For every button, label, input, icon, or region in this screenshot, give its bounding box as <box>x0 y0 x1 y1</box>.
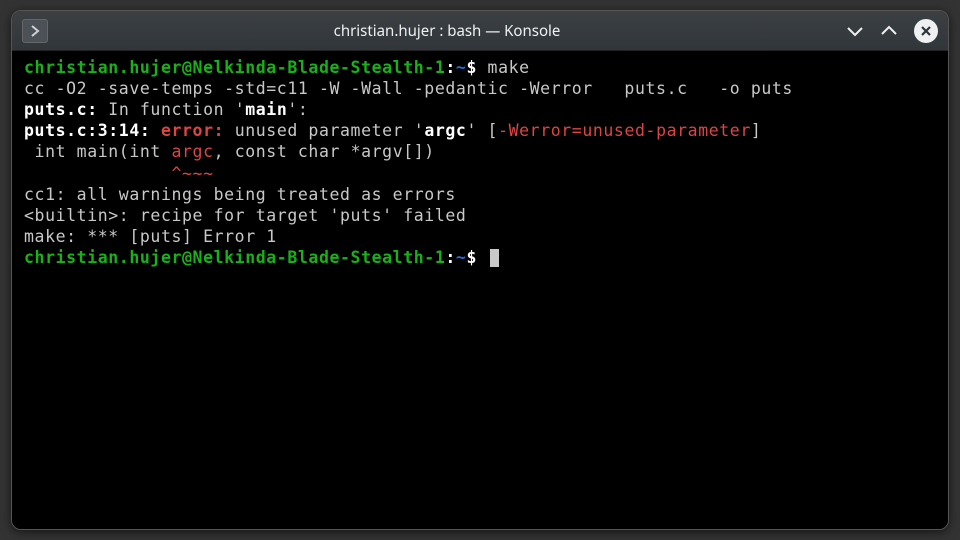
line-infunc-main: main <box>245 100 287 119</box>
line-src-argc: argc <box>171 142 213 161</box>
maximize-icon[interactable] <box>880 25 898 37</box>
line-err-msg1: unused parameter ' <box>224 121 424 140</box>
close-button[interactable] <box>914 19 938 43</box>
line-err-flag: -Werror=unused-parameter <box>498 121 751 140</box>
window-title: christian.hujer : bash — Konsole <box>58 21 836 41</box>
cmd-make: make <box>488 58 530 77</box>
prompt2-colon: : <box>445 248 456 267</box>
konsole-window: christian.hujer : bash — Konsole christi… <box>11 10 949 530</box>
line-err-loc: puts.c:3:14: <box>24 121 161 140</box>
line-src-pre: int main(int <box>24 142 171 161</box>
line-infunc-file: puts.c: <box>24 100 98 119</box>
prompt2-dollar: $ <box>466 248 487 267</box>
line-err-msg2: ' [ <box>466 121 498 140</box>
prompt2-userhost: christian.hujer@Nelkinda-Blade-Stealth-1 <box>24 248 445 267</box>
line-cc: cc -O2 -save-temps -std=c11 -W -Wall -pe… <box>24 79 793 98</box>
line-make-err: make: *** [puts] Error 1 <box>24 227 277 246</box>
prompt-path: ~ <box>456 58 467 77</box>
titlebar[interactable]: christian.hujer : bash — Konsole <box>12 11 948 51</box>
new-tab-button[interactable] <box>22 19 48 43</box>
terminal-output[interactable]: christian.hujer@Nelkinda-Blade-Stealth-1… <box>12 51 948 529</box>
line-caret-pad <box>24 164 171 183</box>
prompt-userhost: christian.hujer@Nelkinda-Blade-Stealth-1 <box>24 58 445 77</box>
line-infunc-end: ': <box>287 100 308 119</box>
line-caret: ^~~~ <box>171 164 213 183</box>
line-err-argc: argc <box>424 121 466 140</box>
prompt-colon: : <box>445 58 456 77</box>
minimize-icon[interactable] <box>846 25 864 37</box>
close-icon <box>920 25 932 37</box>
line-cc1: cc1: all warnings being treated as error… <box>24 185 456 204</box>
prompt-dollar: $ <box>466 58 487 77</box>
line-err-kw: error: <box>161 121 224 140</box>
line-builtin: <builtin>: recipe for target 'puts' fail… <box>24 206 466 225</box>
chevron-right-icon <box>30 25 40 37</box>
prompt2-path: ~ <box>456 248 467 267</box>
line-infunc-txt: In function ' <box>98 100 245 119</box>
window-controls <box>846 19 938 43</box>
line-err-msg3: ] <box>751 121 762 140</box>
line-src-post: , const char *argv[]) <box>214 142 435 161</box>
cursor <box>490 249 499 267</box>
